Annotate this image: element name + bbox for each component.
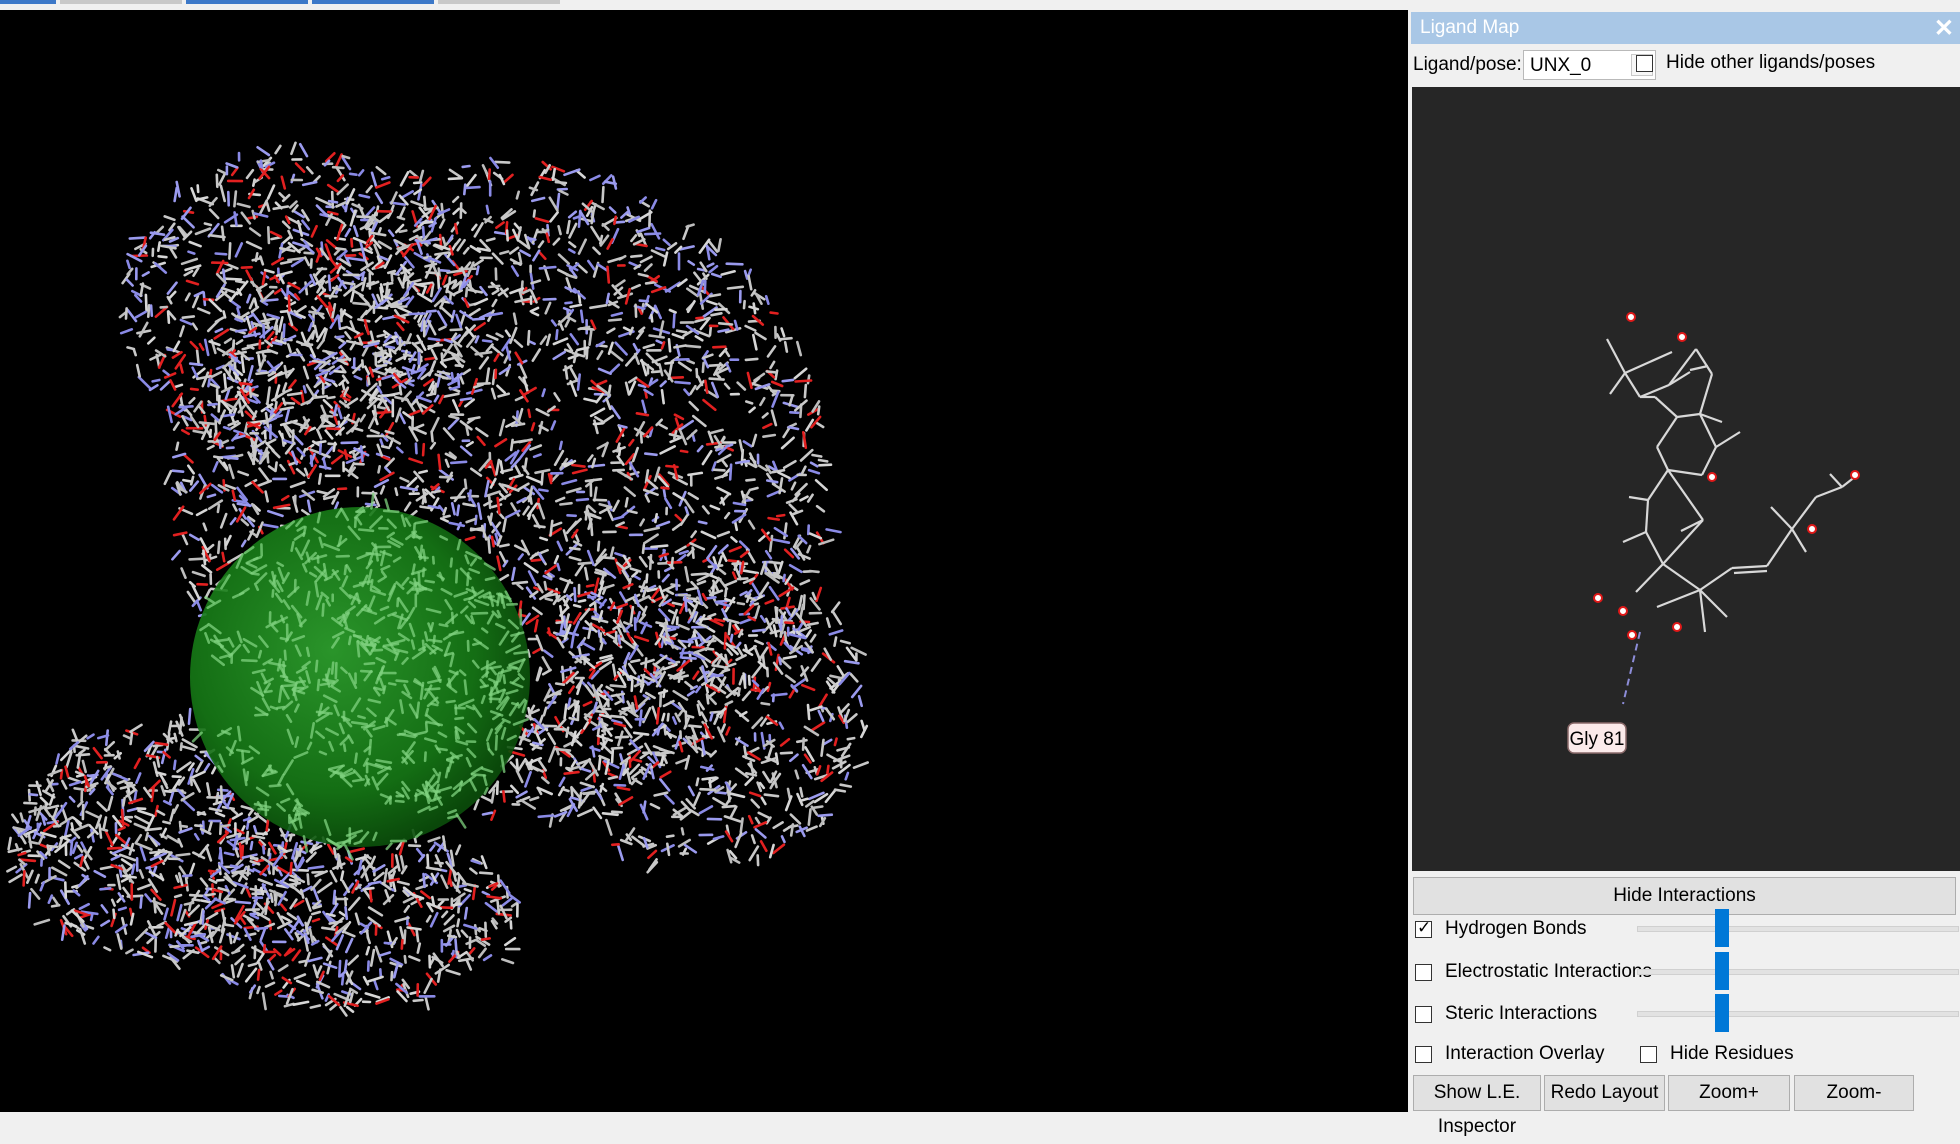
electrostatic-interactions-slider-thumb[interactable]	[1715, 952, 1729, 990]
redo-layout-button[interactable]: Redo Layout	[1544, 1075, 1665, 1111]
zoom-out-button[interactable]: Zoom-	[1794, 1075, 1914, 1111]
top-tab-2[interactable]	[60, 0, 182, 4]
hydrogen-bonds-checkbox[interactable]	[1415, 921, 1432, 938]
hydrogen-bonds-slider-thumb[interactable]	[1715, 909, 1729, 947]
zoom-in-button[interactable]: Zoom+	[1668, 1075, 1790, 1111]
hydrogen-bonds-label: Hydrogen Bonds	[1445, 918, 1587, 940]
top-tab-1[interactable]	[0, 0, 56, 4]
ligand-map-panel: Ligand Map ✕ Ligand/pose: UNX_0 ⌄ Hide o…	[1411, 12, 1960, 1112]
close-icon[interactable]: ✕	[1934, 14, 1954, 43]
show-le-inspector-button[interactable]: Show L.E. Inspector	[1413, 1075, 1541, 1111]
hide-interactions-button[interactable]: Hide Interactions	[1413, 877, 1956, 915]
electrostatic-interactions-checkbox[interactable]	[1415, 964, 1432, 981]
ligand-map-title: Ligand Map	[1420, 17, 1519, 39]
ligand-pose-label: Ligand/pose:	[1413, 54, 1522, 76]
steric-interactions-slider[interactable]	[1637, 1011, 1959, 1017]
hide-residues-label: Hide Residues	[1670, 1043, 1794, 1065]
ligand-2d-map[interactable]: Gly 81	[1412, 87, 1960, 871]
protein-structure-render	[0, 10, 1408, 1112]
top-tab-4[interactable]	[312, 0, 434, 4]
interaction-overlay-checkbox[interactable]	[1415, 1046, 1432, 1063]
electrostatic-interactions-label: Electrostatic Interactions	[1445, 961, 1652, 983]
residue-label-gly81[interactable]: Gly 81	[1568, 723, 1626, 753]
interaction-overlay-label: Interaction Overlay	[1445, 1043, 1604, 1065]
hide-other-ligands-checkbox[interactable]	[1636, 55, 1653, 72]
molecule-3d-viewport[interactable]	[0, 10, 1408, 1112]
hide-other-ligands-label: Hide other ligands/poses	[1666, 52, 1875, 74]
steric-interactions-checkbox[interactable]	[1415, 1006, 1432, 1023]
hide-residues-checkbox[interactable]	[1640, 1046, 1657, 1063]
hydrogen-bonds-slider[interactable]	[1637, 926, 1959, 932]
ligand-pose-value: UNX_0	[1530, 55, 1591, 77]
top-tab-strip	[0, 0, 1960, 10]
residue-label-text: Gly 81	[1570, 729, 1625, 750]
ligand-map-title-bar: Ligand Map ✕	[1411, 12, 1960, 44]
electrostatic-interactions-slider[interactable]	[1637, 969, 1959, 975]
steric-interactions-label: Steric Interactions	[1445, 1003, 1597, 1025]
hbond-interaction-line	[1623, 632, 1640, 704]
ligand-2d-structure: Gly 81	[1412, 87, 1960, 871]
steric-interactions-slider-thumb[interactable]	[1715, 994, 1729, 1032]
top-tab-3[interactable]	[186, 0, 308, 4]
top-tab-5[interactable]	[438, 0, 560, 4]
